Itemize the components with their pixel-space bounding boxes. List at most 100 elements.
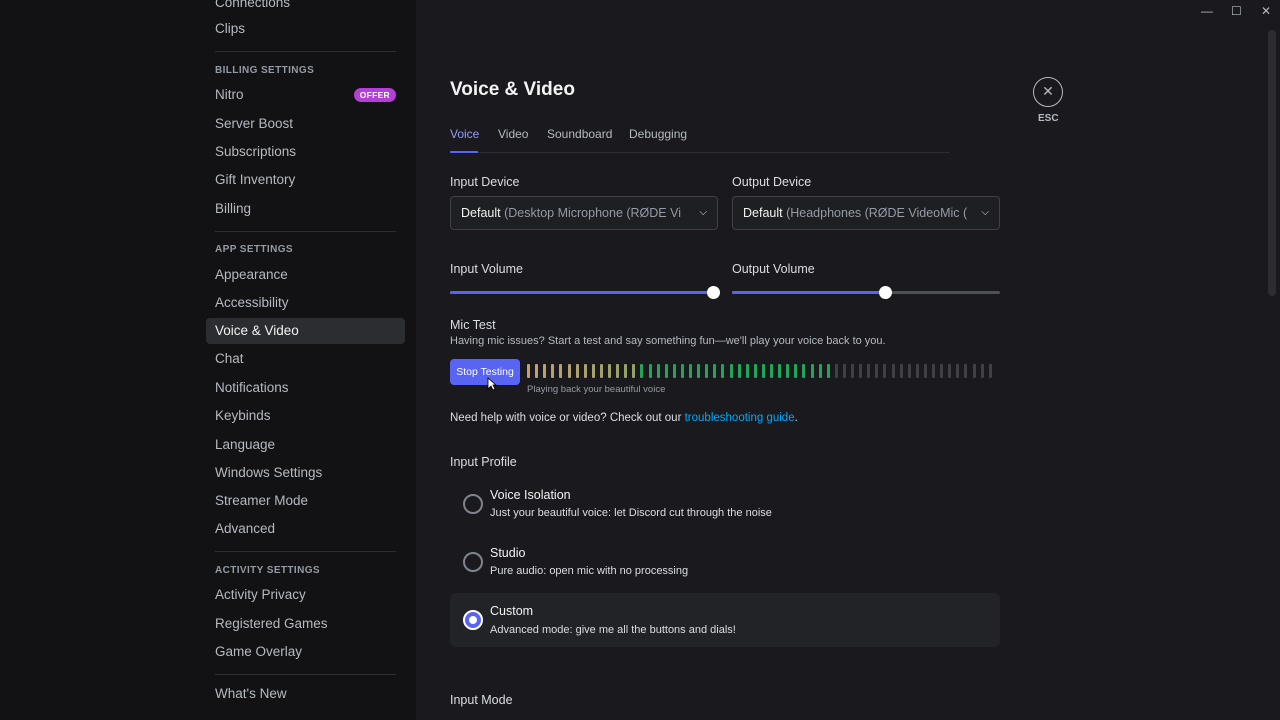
meter-bar [608,364,611,378]
meter-bar [697,364,701,378]
radio-button[interactable] [463,494,483,514]
meter-bar [964,364,968,378]
option-title: Studio [490,546,526,560]
input-device-name: (Desktop Microphone (RØDE Vi [504,206,682,220]
slider-handle[interactable] [706,286,720,299]
profile-option-studio[interactable]: Studio Pure audio: open mic with no proc… [450,535,1000,589]
output-device-select[interactable]: Default (Headphones (RØDE VideoMic ( ⌵ [732,196,1000,230]
meter-bar [753,364,757,378]
close-settings-button[interactable]: ✕ [1033,77,1063,107]
meter-bar [616,364,620,378]
sidebar-item-voice-video[interactable]: Voice & Video [206,318,405,344]
meter-bar [899,364,903,378]
input-volume-label: Input Volume [450,262,523,276]
meter-bar [575,364,579,378]
meter-bar [810,364,814,378]
close-icon: ✕ [1042,83,1054,99]
sidebar-item-game-overlay[interactable]: Game Overlay [206,639,405,665]
sidebar-item-chat[interactable]: Chat [206,346,405,372]
meter-bar [680,364,684,378]
meter-bar [883,364,887,378]
meter-bar [640,364,644,378]
meter-bar [956,364,960,378]
sidebar-item-gift-inventory[interactable]: Gift Inventory [206,167,405,193]
radio-button[interactable] [463,552,483,572]
meter-bar [786,364,790,378]
sidebar-item-subscriptions[interactable]: Subscriptions [206,139,405,165]
meter-bar [664,364,668,378]
input-profile-title: Input Profile [450,455,517,469]
sidebar-item-connections[interactable]: Connections [206,0,405,16]
sidebar-item-accessibility[interactable]: Accessibility [206,290,405,316]
app-settings-header: APP SETTINGS [215,244,293,255]
close-window-icon[interactable]: ✕ [1261,4,1271,18]
tab-debugging[interactable]: Debugging [629,127,687,141]
sidebar-item-nitro[interactable]: Nitro OFFER [206,82,405,108]
meter-bar [980,364,984,378]
output-volume-slider[interactable] [732,286,1000,299]
output-device-label: Output Device [732,175,812,189]
input-volume-slider[interactable] [450,286,720,299]
settings-content: — ☐ ✕ Voice & Video Voice Video Soundboa… [416,0,1280,720]
tab-video[interactable]: Video [498,127,528,141]
meter-bar [729,364,733,378]
scrollbar-thumb[interactable] [1268,30,1276,296]
settings-sidebar: Connections Clips BILLING SETTINGS Nitro… [0,0,416,720]
sidebar-item-server-boost[interactable]: Server Boost [206,111,405,137]
chevron-down-icon: ⌵ [699,207,707,218]
sidebar-item-registered-games[interactable]: Registered Games [206,611,405,637]
sidebar-item-whats-new[interactable]: What's New [206,681,405,707]
meter-bar [656,364,660,378]
help-text-suffix: . [794,412,798,424]
meter-bar [705,364,709,378]
output-device-name: (Headphones (RØDE VideoMic ( [786,206,968,220]
sidebar-item-advanced[interactable]: Advanced [206,516,405,542]
meter-bar [761,364,765,378]
stop-testing-button[interactable]: Stop Testing [450,359,520,385]
sidebar-item-billing[interactable]: Billing [206,196,405,222]
troubleshooting-guide-link[interactable]: troubleshooting guide [685,412,795,424]
sidebar-item-language[interactable]: Language [206,432,405,458]
mic-test-description: Having mic issues? Start a test and say … [450,335,886,347]
input-mode-title: Input Mode [450,693,513,707]
slider-handle[interactable] [878,286,892,299]
billing-settings-header: BILLING SETTINGS [215,65,315,76]
meter-bar [535,364,539,378]
profile-option-voice-isolation[interactable]: Voice Isolation Just your beautiful voic… [450,477,1000,531]
meter-bar [543,364,547,378]
minimize-icon[interactable]: — [1201,4,1213,18]
sidebar-item-notifications[interactable]: Notifications [206,375,405,401]
maximize-icon[interactable]: ☐ [1231,4,1242,18]
meter-bar [891,364,895,378]
sidebar-item-activity-privacy[interactable]: Activity Privacy [206,582,405,608]
meter-bar [948,364,952,378]
meter-bar [859,364,863,378]
sidebar-item-clips[interactable]: Clips [206,16,405,42]
sidebar-item-streamer-mode[interactable]: Streamer Mode [206,488,405,514]
option-title: Voice Isolation [490,488,571,502]
sidebar-item-windows-settings[interactable]: Windows Settings [206,460,405,486]
sidebar-item-appearance[interactable]: Appearance [206,262,405,288]
meter-bar [689,364,692,378]
meter-bar [826,364,830,378]
playback-status: Playing back your beautiful voice [527,384,666,395]
meter-bar [802,364,806,378]
tab-soundboard[interactable]: Soundboard [547,127,612,141]
meter-bar [632,364,636,378]
tab-voice[interactable]: Voice [450,127,479,141]
meter-bar [624,364,628,378]
meter-bar [923,364,927,378]
meter-bar [988,364,992,378]
radio-button-selected[interactable] [463,610,483,630]
meter-bar [818,364,822,378]
profile-option-custom[interactable]: Custom Advanced mode: give me all the bu… [450,593,1000,647]
meter-bar [737,364,741,378]
input-device-select[interactable]: Default (Desktop Microphone (RØDE Vi ⌵ [450,196,718,230]
help-text-prefix: Need help with voice or video? Check out… [450,412,685,424]
mouse-cursor-icon [487,377,497,391]
sidebar-item-keybinds[interactable]: Keybinds [206,403,405,429]
meter-bar [713,364,717,378]
meter-bar [599,364,603,378]
chevron-down-icon: ⌵ [981,207,989,218]
meter-bar [672,364,676,378]
